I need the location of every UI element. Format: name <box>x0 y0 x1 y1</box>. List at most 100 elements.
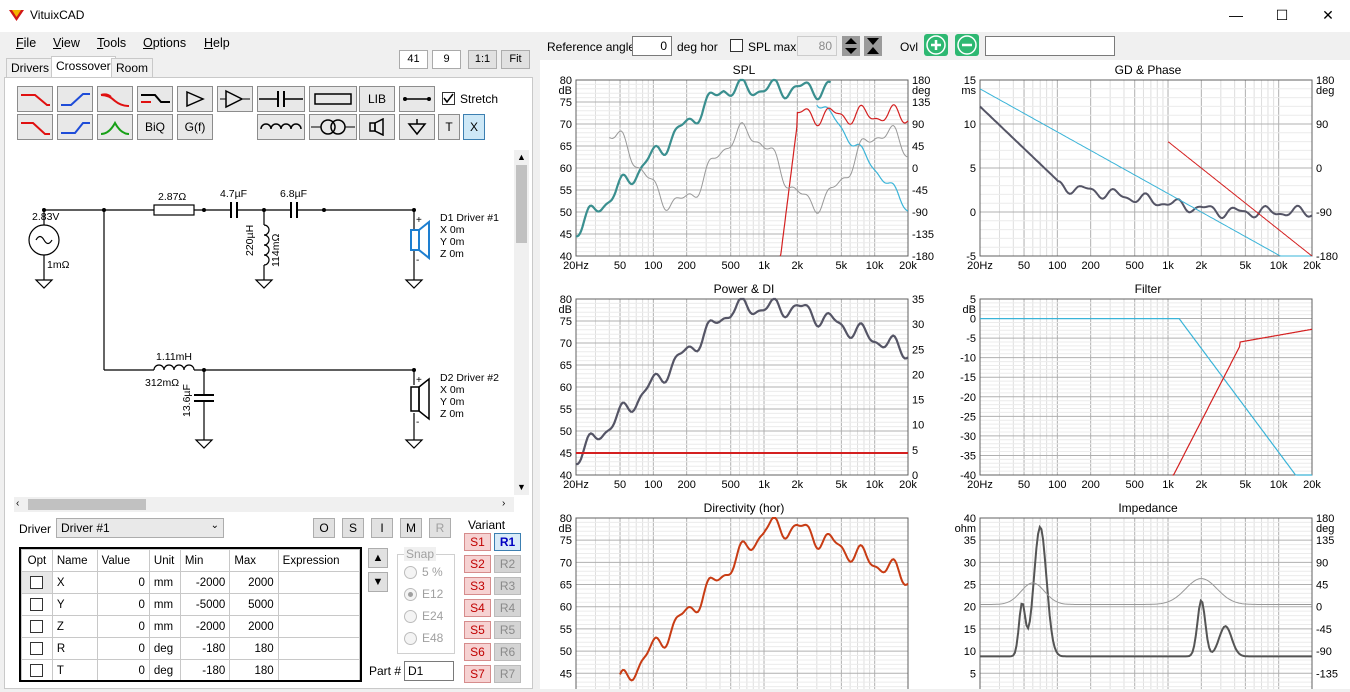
inductor-button[interactable] <box>257 114 305 140</box>
menu-options[interactable]: Options <box>143 36 186 50</box>
cell-opt[interactable] <box>21 659 53 680</box>
grid-width-field[interactable]: 41 <box>399 50 428 69</box>
graph-impedance[interactable]: Impedance 40 35 30 25 20 15 10 5 180 135 90 45 0 -45 -9… <box>948 500 1348 692</box>
i-button[interactable]: I <box>371 518 393 538</box>
lowpass-1st-button[interactable] <box>17 86 53 112</box>
wire-button[interactable] <box>399 86 435 112</box>
schematic-vertical-scrollbar[interactable]: ▲ ▼ <box>514 150 529 495</box>
highpass-1st-button[interactable] <box>57 86 93 112</box>
opt-checkbox[interactable] <box>30 620 44 633</box>
variant-s-button[interactable]: S5 <box>464 621 491 639</box>
opt-checkbox[interactable] <box>30 664 44 677</box>
snap-option[interactable]: E48 <box>404 631 443 646</box>
cell-max[interactable]: 180 <box>229 637 279 660</box>
cell-value[interactable]: 0 <box>96 659 150 680</box>
lshelf-button[interactable] <box>137 86 173 112</box>
stretch-checkbox[interactable] <box>442 92 455 105</box>
move-down-button[interactable]: ▼ <box>368 572 388 592</box>
table-row[interactable]: T 0 deg -180 180 <box>21 659 360 680</box>
variant-s-button[interactable]: S1 <box>464 533 491 551</box>
cell-opt[interactable] <box>21 593 53 616</box>
menu-tools[interactable]: Tools <box>97 36 126 50</box>
cell-unit[interactable]: deg <box>148 659 181 680</box>
table-row[interactable]: R 0 deg -180 180 <box>21 637 360 660</box>
cell-unit[interactable]: mm <box>148 615 181 638</box>
cell-opt[interactable] <box>21 637 53 660</box>
graph-power[interactable]: Power & DI 80 75 70 65 60 55 50 45 40 35 30 25 20 15 10… <box>544 281 944 493</box>
cell-unit[interactable]: deg <box>148 637 181 660</box>
graph-gd[interactable]: GD & Phase 15 10 5 0 -5 180 90 0 -90 -180 ms deg 20Hz… <box>948 62 1348 274</box>
variant-s-button[interactable]: S4 <box>464 599 491 617</box>
spl-max-checkbox[interactable] <box>730 39 743 52</box>
part-input[interactable]: D1 <box>404 661 454 681</box>
cell-unit[interactable]: mm <box>148 571 181 594</box>
transfer-function-button[interactable]: G(f) <box>177 114 213 140</box>
cell-min[interactable]: -5000 <box>179 593 231 616</box>
opt-checkbox[interactable] <box>30 598 44 611</box>
overlay-name-input[interactable] <box>985 36 1115 56</box>
maximize-button[interactable]: ☐ <box>1259 0 1305 32</box>
tab-room[interactable]: Room <box>111 58 154 77</box>
text-tool-button[interactable]: T <box>438 114 460 140</box>
cell-unit[interactable]: mm <box>148 593 181 616</box>
biquad-button[interactable]: BiQ <box>137 114 173 140</box>
cell-value[interactable]: 0 <box>96 593 150 616</box>
lowpass-2nd-button[interactable] <box>17 114 53 140</box>
scroll-down-icon[interactable]: ▼ <box>517 482 526 492</box>
table-row[interactable]: Y 0 mm -5000 5000 <box>21 593 360 616</box>
tab-crossover[interactable]: Crossover <box>51 56 116 77</box>
move-up-button[interactable]: ▲ <box>368 548 388 568</box>
opt-checkbox[interactable] <box>30 642 44 655</box>
variant-s-button[interactable]: S6 <box>464 643 491 661</box>
menu-view[interactable]: View <box>53 36 80 50</box>
overlay-remove-button[interactable] <box>955 34 979 56</box>
driver-button[interactable] <box>359 114 395 140</box>
tab-drivers[interactable]: Drivers <box>6 58 54 77</box>
resistor-button[interactable] <box>309 86 357 112</box>
delete-tool-button[interactable]: X <box>463 114 485 140</box>
minimize-button[interactable]: — <box>1213 0 1259 32</box>
cell-value[interactable]: 0 <box>96 571 150 594</box>
opt-checkbox[interactable] <box>30 576 44 589</box>
table-row[interactable]: Z 0 mm -2000 2000 <box>21 615 360 638</box>
zoom-fit-button[interactable]: Fit <box>501 50 530 69</box>
menu-file[interactable]: File <box>16 36 36 50</box>
spl-max-input[interactable]: 80 <box>797 36 837 56</box>
reference-angle-input[interactable]: 0 <box>632 36 672 56</box>
zoom-one-to-one-button[interactable]: 1:1 <box>468 50 497 69</box>
cell-expression[interactable] <box>277 637 360 660</box>
variant-r-button[interactable]: R2 <box>494 555 521 573</box>
cell-max[interactable]: 2000 <box>229 615 279 638</box>
snap-option[interactable]: E24 <box>404 609 443 624</box>
menu-help[interactable]: Help <box>204 36 230 50</box>
cell-value[interactable]: 0 <box>96 615 150 638</box>
variant-r-button[interactable]: R6 <box>494 643 521 661</box>
cell-min[interactable]: -180 <box>179 637 231 660</box>
graph-directivity[interactable]: Directivity (hor) 80 75 70 65 60 55 50 45 dB <box>544 500 944 692</box>
variant-r-button[interactable]: R3 <box>494 577 521 595</box>
buffer-button[interactable] <box>217 86 253 112</box>
variant-r-button[interactable]: R5 <box>494 621 521 639</box>
driver-select[interactable]: Driver #1 ⌄ <box>56 518 224 538</box>
variant-r-button[interactable]: R4 <box>494 599 521 617</box>
ground-button[interactable] <box>399 114 435 140</box>
transformer-button[interactable] <box>309 114 357 140</box>
cell-expression[interactable] <box>277 593 360 616</box>
cell-opt[interactable] <box>21 571 53 594</box>
r-button[interactable]: R <box>429 518 451 538</box>
snap-option[interactable]: E12 <box>404 587 443 602</box>
cell-min[interactable]: -2000 <box>179 615 231 638</box>
cell-expression[interactable] <box>277 659 360 680</box>
scroll-up-icon[interactable]: ▲ <box>517 152 526 162</box>
o-button[interactable]: O <box>313 518 335 538</box>
grid-height-field[interactable]: 9 <box>432 50 461 69</box>
schematic-horizontal-scrollbar[interactable]: ‹ › <box>14 497 514 512</box>
schematic-canvas[interactable]: 2.83V 1mΩ 2.87Ω 4.7µF 6.8µF 220µH 114mΩ … <box>14 150 514 495</box>
inductor-l2[interactable] <box>153 364 195 371</box>
m-button[interactable]: M <box>400 518 422 538</box>
variant-s-button[interactable]: S7 <box>464 665 491 683</box>
graph-filter[interactable]: Filter 5 0 -5 -10 -15 -20 -25 -30 -35 -40 dB 20Hz 50 1… <box>948 281 1348 493</box>
overlay-add-button[interactable] <box>924 34 948 56</box>
snap-option[interactable]: 5 % <box>404 565 443 580</box>
highpass-2nd-button[interactable] <box>57 114 93 140</box>
